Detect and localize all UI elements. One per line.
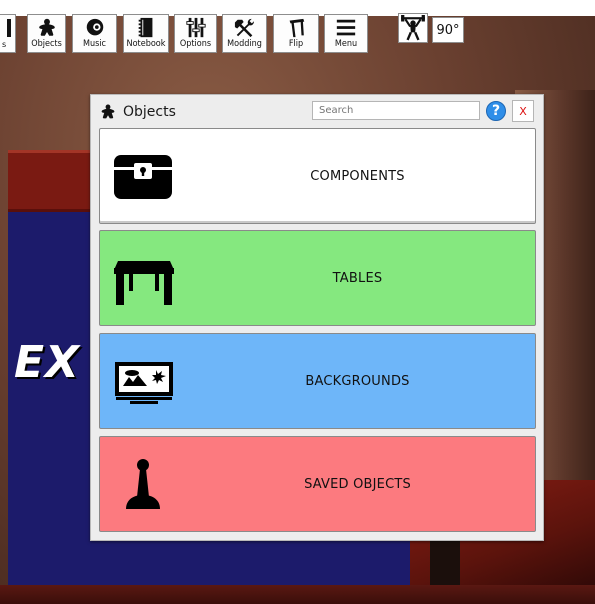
speaker-icon	[86, 18, 103, 36]
search-input[interactable]	[312, 101, 480, 120]
rotation-value[interactable]: 90°	[432, 17, 464, 43]
hamburger-icon	[336, 19, 356, 36]
flip-button-label: Flip	[288, 39, 304, 49]
flip-button[interactable]: Flip	[273, 14, 319, 53]
background-board-text: EX	[14, 337, 80, 388]
partial-icon	[7, 19, 11, 37]
sliders-icon	[185, 17, 206, 38]
joystick-pawn-icon	[126, 459, 160, 509]
tools-icon	[234, 18, 254, 38]
modding-button-label: Modding	[227, 39, 262, 49]
options-button-label: Options	[179, 39, 212, 49]
meeple-icon	[101, 104, 115, 119]
music-button-label: Music	[82, 39, 107, 49]
notebook-icon	[138, 17, 153, 38]
objects-button[interactable]: Objects	[27, 14, 66, 53]
window-title-bar: Objects	[99, 101, 176, 123]
menu-button-label: Menu	[334, 39, 358, 49]
notebook-button-label: Notebook	[126, 39, 166, 49]
objects-button-label: Objects	[31, 39, 62, 49]
table-icon	[114, 261, 174, 305]
tables-button[interactable]: TABLES	[99, 230, 536, 326]
close-button[interactable]: X	[512, 100, 534, 122]
menu-button[interactable]: Menu	[324, 14, 368, 53]
saved-objects-button[interactable]: SAVED OBJECTS	[99, 436, 536, 532]
backgrounds-label: BACKGROUNDS	[305, 373, 410, 389]
chest-icon	[114, 155, 172, 199]
help-button[interactable]: ?	[486, 101, 506, 121]
background-floor	[0, 585, 595, 604]
toolbar-button-partial[interactable]: s	[0, 14, 16, 53]
components-button[interactable]: COMPONENTS	[99, 128, 536, 224]
notebook-button[interactable]: Notebook	[123, 14, 169, 53]
modding-button[interactable]: Modding	[222, 14, 267, 53]
components-label: COMPONENTS	[310, 168, 405, 184]
options-button[interactable]: Options	[174, 14, 217, 53]
rotate-button[interactable]	[398, 13, 428, 43]
toolbar-button-partial-label: s	[2, 40, 7, 49]
window-title: Objects	[123, 104, 176, 120]
music-button[interactable]: Music	[72, 14, 117, 53]
saved-objects-label: SAVED OBJECTS	[304, 476, 411, 492]
meeple-icon	[38, 18, 55, 36]
backgrounds-button[interactable]: BACKGROUNDS	[99, 333, 536, 429]
objects-window: Objects ? X COMPONENTS TABLES	[90, 94, 544, 541]
flip-table-icon	[289, 18, 305, 38]
weightlifter-icon	[401, 15, 425, 41]
monitor-landscape-icon	[115, 362, 173, 404]
background-shadow	[430, 540, 460, 590]
tables-label: TABLES	[332, 270, 383, 286]
